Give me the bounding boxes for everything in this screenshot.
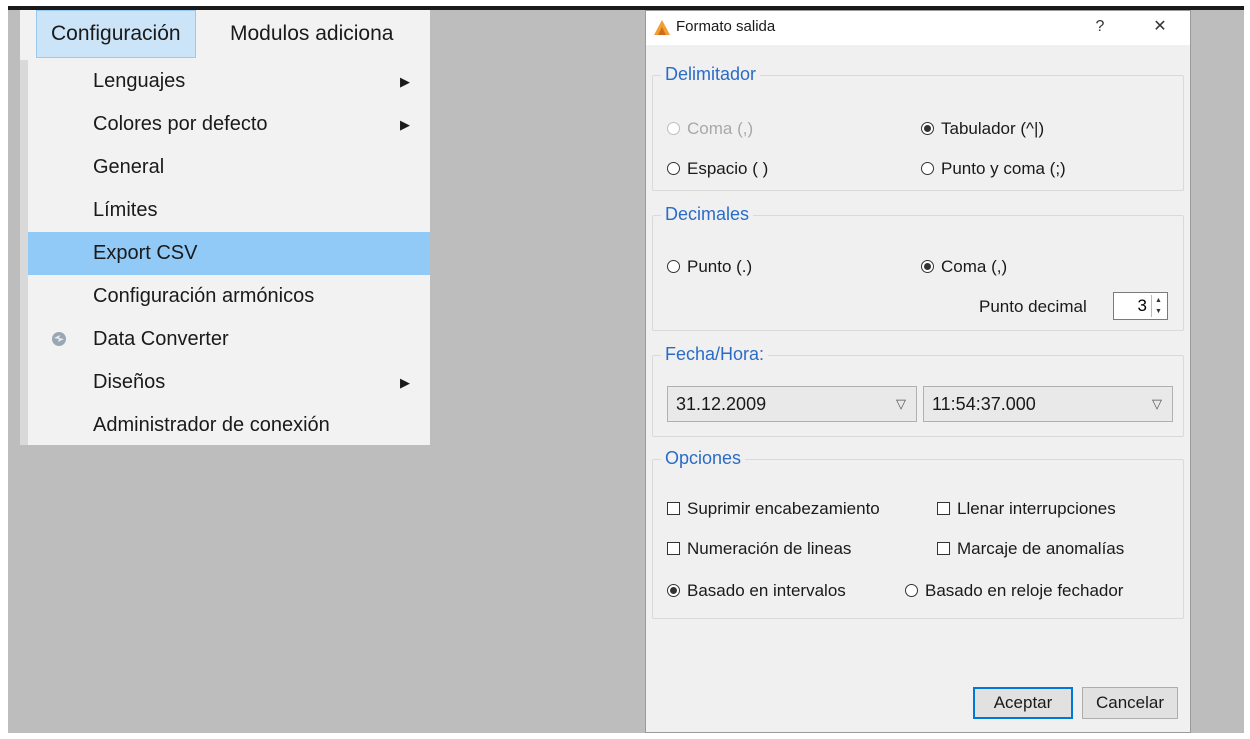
- group-title: Opciones: [661, 447, 746, 469]
- radio-circle: [921, 162, 934, 175]
- submenu-arrow-icon: ▶: [400, 375, 410, 390]
- cancelar-button[interactable]: Cancelar: [1082, 687, 1178, 719]
- radio-basado-en-reloje-fechador[interactable]: Basado en reloje fechador: [905, 580, 1123, 602]
- aceptar-button[interactable]: Aceptar: [973, 687, 1073, 719]
- menu-item-label: Export CSV: [93, 242, 198, 264]
- dialog-titlebar: Formato salida ? ✕: [646, 11, 1190, 45]
- data-converter-icon: [52, 332, 66, 346]
- select-value: 31.12.2009: [676, 394, 767, 414]
- checkbox-suprimir-encabezamiento[interactable]: Suprimir encabezamiento: [667, 498, 880, 520]
- fecha-hora-group: Fecha/Hora: 31.12.2009 ▽ 11:54:37.000 ▽: [652, 343, 1184, 437]
- radio-circle: [667, 584, 680, 597]
- radio-label: Basado en reloje fechador: [925, 581, 1124, 600]
- checkbox-llenar-interrupciones[interactable]: Llenar interrupciones: [937, 498, 1116, 520]
- submenu-arrow-icon: ▶: [400, 74, 410, 89]
- menu-item-administrador-de-conexion[interactable]: Administrador de conexión: [28, 404, 430, 445]
- menu-item-label: Límites: [93, 199, 158, 221]
- decimal-point-spinbox[interactable]: 3 ▲ ▼: [1113, 292, 1168, 320]
- checkbox-label: Llenar interrupciones: [957, 499, 1116, 518]
- menu-item-label: Administrador de conexión: [93, 414, 330, 436]
- radio-basado-en-intervalos[interactable]: Basado en intervalos: [667, 580, 846, 602]
- menu-item-label: Data Converter: [93, 328, 229, 350]
- radio-coma-decimal[interactable]: Coma (,): [921, 256, 1007, 278]
- radio-circle: [667, 162, 680, 175]
- window-edge: [20, 60, 28, 445]
- radio-circle: [905, 584, 918, 597]
- radio-punto-y-coma[interactable]: Punto y coma (;): [921, 158, 1066, 180]
- group-title: Fecha/Hora:: [661, 343, 769, 365]
- menu-item-label: Diseños: [93, 371, 166, 393]
- time-format-select[interactable]: 11:54:37.000 ▽: [923, 386, 1173, 422]
- close-button[interactable]: ✕: [1140, 11, 1180, 43]
- radio-punto-decimal[interactable]: Punto (.): [667, 256, 752, 278]
- radio-circle: [667, 260, 680, 273]
- checkbox-box: [937, 542, 950, 555]
- radio-espacio[interactable]: Espacio ( ): [667, 158, 768, 180]
- menu-item-disenos[interactable]: Diseños ▶: [28, 361, 430, 404]
- menu-bar: Configuración Modulos adiciona: [20, 10, 430, 60]
- spinbox-arrows-icon[interactable]: ▲ ▼: [1151, 295, 1165, 317]
- group-title: Decimales: [661, 203, 754, 225]
- spinbox-value: 3: [1137, 296, 1147, 315]
- radio-label: Espacio ( ): [687, 159, 769, 178]
- menu-item-export-csv[interactable]: Export CSV: [28, 232, 430, 275]
- menu-item-colores-por-defecto[interactable]: Colores por defecto ▶: [28, 103, 430, 146]
- radio-label: Basado en intervalos: [687, 581, 846, 600]
- menu-item-data-converter[interactable]: Data Converter: [28, 318, 430, 361]
- date-format-select[interactable]: 31.12.2009 ▽: [667, 386, 917, 422]
- menu-item-limites[interactable]: Límites: [28, 189, 430, 232]
- radio-label: Punto y coma (;): [941, 159, 1066, 178]
- menu-item-label: Lenguajes: [93, 70, 186, 92]
- menu-item-general[interactable]: General: [28, 146, 430, 189]
- checkbox-box: [667, 502, 680, 515]
- chevron-down-icon: ▽: [896, 396, 906, 411]
- menu-item-label: Colores por defecto: [93, 113, 268, 135]
- checkbox-box: [667, 542, 680, 555]
- app-logo-icon: [654, 20, 670, 35]
- menu-item-label: Configuración armónicos: [93, 285, 315, 307]
- radio-label: Tabulador (^|): [941, 119, 1045, 138]
- configuracion-dropdown: Lenguajes ▶ Colores por defecto ▶ Genera…: [28, 60, 430, 445]
- dialog-title: Formato salida: [676, 18, 776, 35]
- checkbox-marcaje-de-anomalias[interactable]: Marcaje de anomalías: [937, 538, 1124, 560]
- checkbox-numeracion-de-lineas[interactable]: Numeración de lineas: [667, 538, 851, 560]
- radio-tabulador[interactable]: Tabulador (^|): [921, 118, 1044, 140]
- radio-label: Punto (.): [687, 257, 753, 276]
- delimitador-group: Delimitador Coma (,) Tabulador (^|) Espa…: [652, 63, 1184, 191]
- checkbox-label: Numeración de lineas: [687, 539, 852, 558]
- menu-item-configuracion-armonicos[interactable]: Configuración armónicos: [28, 275, 430, 318]
- radio-label: Coma (,): [687, 119, 754, 138]
- chevron-down-icon: ▽: [1152, 396, 1162, 411]
- select-value: 11:54:37.000: [932, 394, 1036, 414]
- radio-circle: [667, 122, 680, 135]
- opciones-group: Opciones Suprimir encabezamiento Llenar …: [652, 447, 1184, 619]
- help-button[interactable]: ?: [1080, 11, 1120, 43]
- group-title: Delimitador: [661, 63, 761, 85]
- decimales-group: Decimales Punto (.) Coma (,) Punto decim…: [652, 203, 1184, 331]
- menu-modulos-adicionales[interactable]: Modulos adiciona: [216, 10, 407, 58]
- checkbox-box: [937, 502, 950, 515]
- decimal-point-label: Punto decimal: [979, 297, 1087, 316]
- submenu-arrow-icon: ▶: [400, 117, 410, 132]
- menu-item-lenguajes[interactable]: Lenguajes ▶: [28, 60, 430, 103]
- radio-coma-delimiter[interactable]: Coma (,): [667, 118, 753, 140]
- menu-item-label: General: [93, 156, 165, 178]
- radio-circle: [921, 122, 934, 135]
- checkbox-label: Suprimir encabezamiento: [687, 499, 880, 518]
- checkbox-label: Marcaje de anomalías: [957, 539, 1125, 558]
- radio-label: Coma (,): [941, 257, 1008, 276]
- radio-circle: [921, 260, 934, 273]
- menu-configuracion[interactable]: Configuración: [36, 10, 196, 58]
- formato-salida-dialog: Formato salida ? ✕ Delimitador Coma (,) …: [645, 10, 1191, 733]
